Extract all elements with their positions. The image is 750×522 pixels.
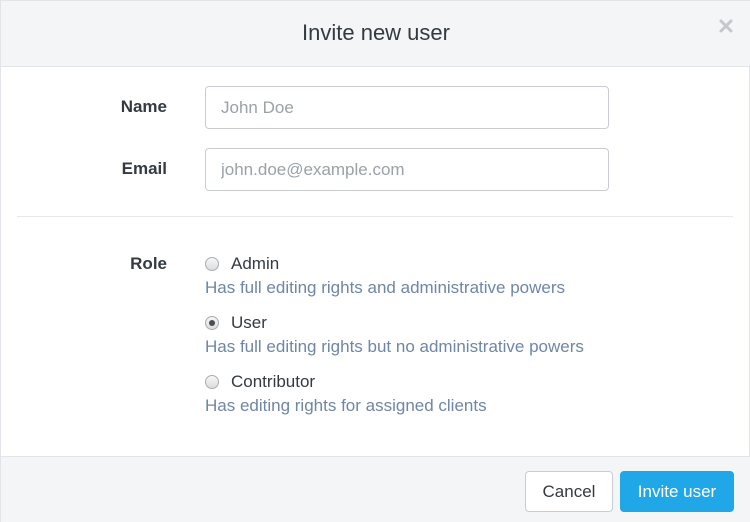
name-input[interactable] — [205, 86, 609, 129]
role-option-user: User Has full editing rights but no admi… — [205, 312, 584, 357]
invite-user-dialog: Invite new user Name Email Role Admin Ha… — [0, 0, 750, 522]
user-radio-label[interactable]: User — [231, 313, 267, 333]
contributor-radio[interactable] — [205, 375, 219, 389]
email-input[interactable] — [205, 148, 609, 191]
email-label: Email — [121, 159, 167, 178]
role-radio-row-admin[interactable]: Admin — [205, 253, 565, 275]
contributor-description: Has editing rights for assigned clients — [205, 396, 487, 415]
form-divider — [17, 216, 733, 217]
dialog-header: Invite new user — [1, 1, 750, 67]
cancel-button[interactable]: Cancel — [525, 471, 613, 512]
role-radio-row-contributor[interactable]: Contributor — [205, 371, 487, 393]
user-description: Has full editing rights but no administr… — [205, 337, 584, 356]
close-icon — [719, 19, 733, 33]
admin-description: Has full editing rights and administrati… — [205, 278, 566, 297]
admin-radio[interactable] — [205, 257, 219, 271]
dialog-footer: Cancel Invite user — [1, 456, 750, 522]
role-label: Role — [130, 254, 167, 273]
role-radio-row-user[interactable]: User — [205, 312, 584, 334]
admin-radio-label[interactable]: Admin — [231, 254, 279, 274]
role-option-contributor: Contributor Has editing rights for assig… — [205, 371, 487, 416]
name-label: Name — [120, 97, 167, 116]
invite-user-button[interactable]: Invite user — [620, 471, 734, 512]
close-button[interactable] — [715, 15, 737, 37]
contributor-radio-label[interactable]: Contributor — [231, 372, 315, 392]
role-option-admin: Admin Has full editing rights and admini… — [205, 253, 565, 298]
dialog-title: Invite new user — [302, 20, 450, 45]
user-radio[interactable] — [205, 316, 219, 330]
